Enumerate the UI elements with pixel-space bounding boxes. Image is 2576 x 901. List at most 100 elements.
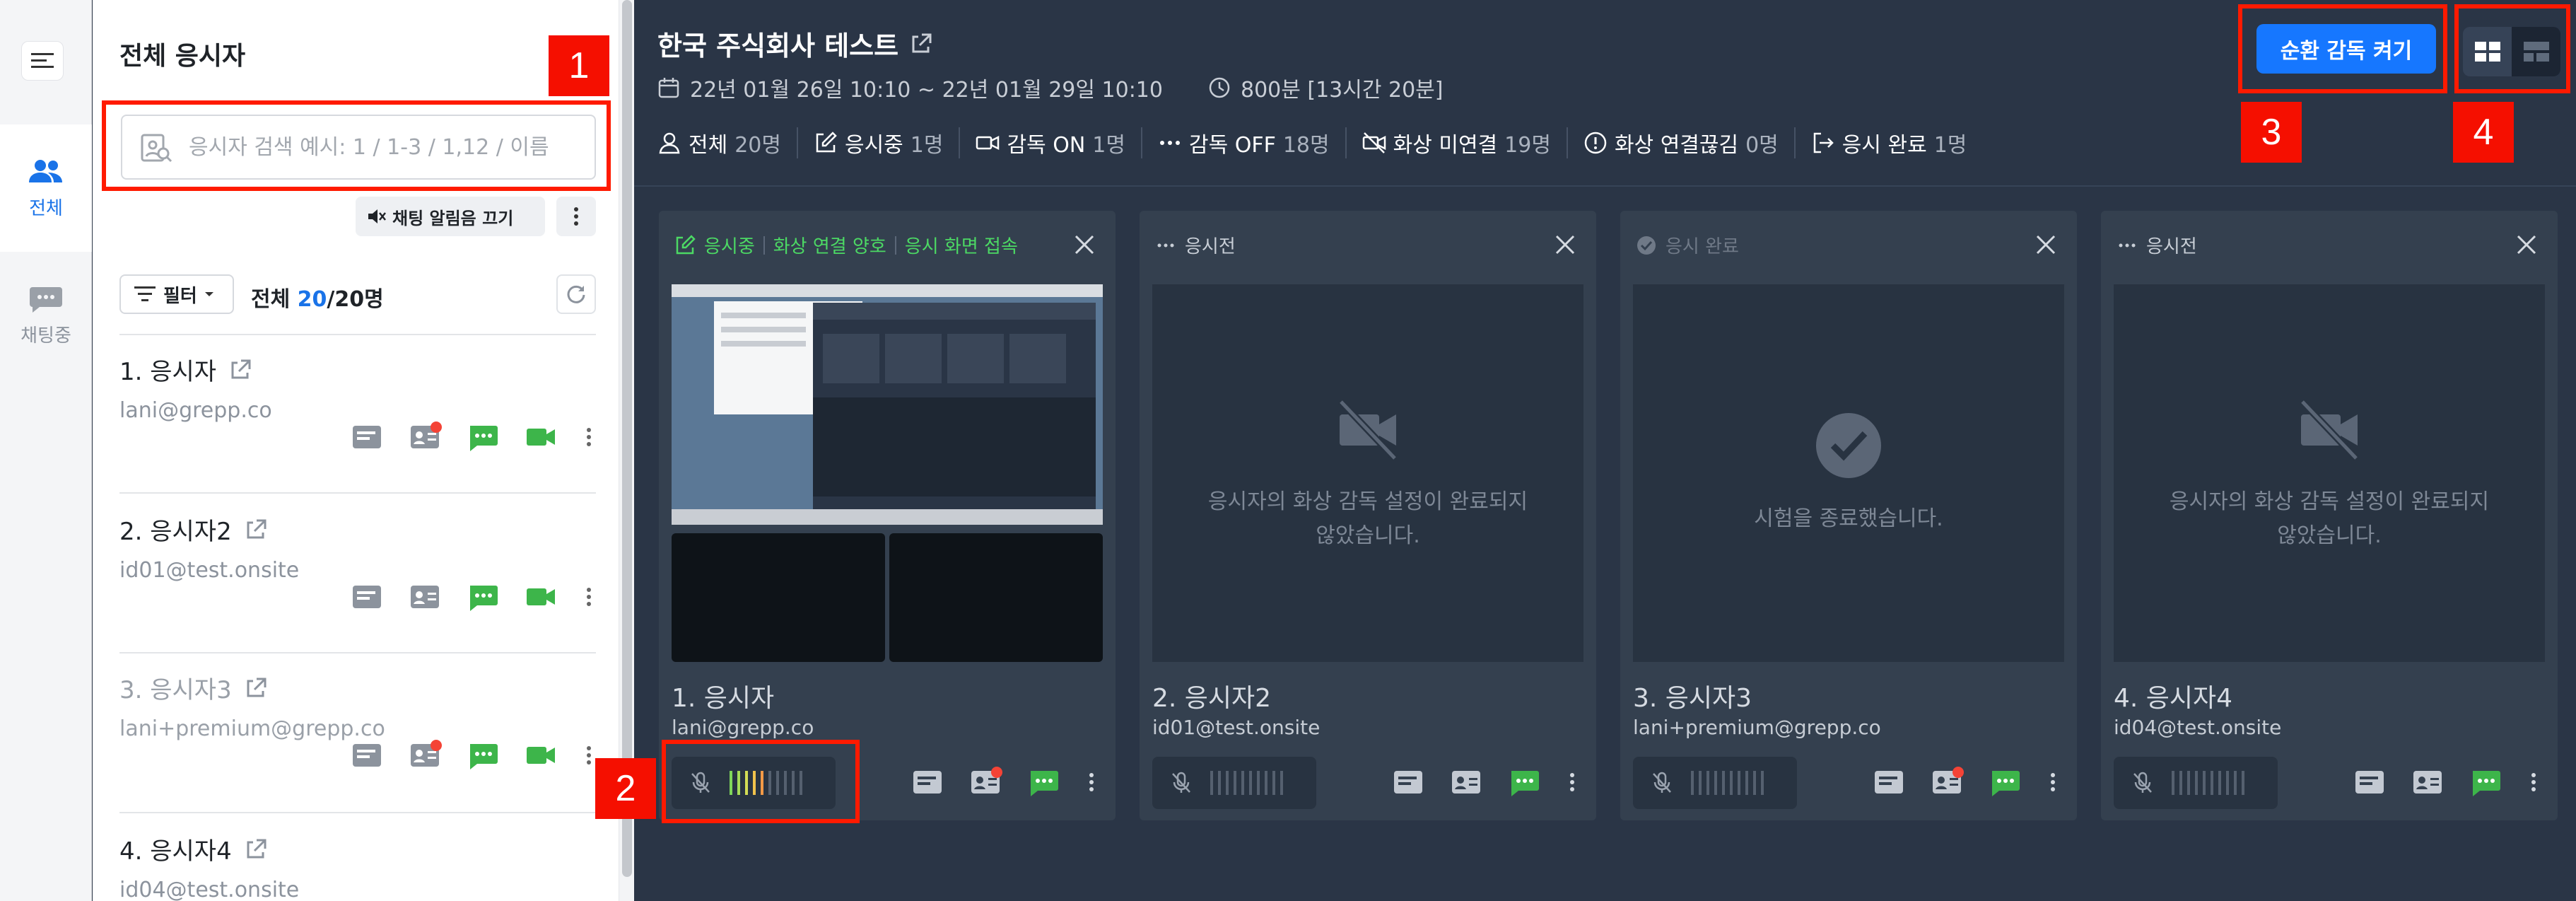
audio-level-bar[interactable] (1633, 757, 1797, 809)
close-icon[interactable] (2514, 232, 2539, 257)
chat-icon[interactable] (1026, 765, 1060, 799)
memo-icon[interactable] (350, 420, 384, 454)
video-camera-icon[interactable] (524, 420, 558, 454)
scrollbar-thumb[interactable] (622, 0, 632, 877)
stat-video-disconnected[interactable]: 화상 연결끊김 0명 (1583, 127, 1796, 158)
chat-icon[interactable] (466, 738, 500, 772)
external-link-icon[interactable] (228, 357, 253, 383)
video-message: 시험을 종료했습니다. (1754, 506, 1943, 531)
count-current: 20 (297, 287, 327, 312)
exam-title: 한국 주식회사 테스트 (657, 24, 934, 63)
mute-chat-sound-label: 채팅 알림음 끄기 (392, 208, 514, 228)
card-screen-access: 응시 화면 접속 (904, 236, 1018, 257)
chat-icon[interactable] (1507, 765, 1541, 799)
memo-icon[interactable] (350, 738, 384, 772)
external-link-icon[interactable] (243, 837, 269, 862)
participant-card[interactable]: 응시 완료 시험을 종료했습니다. 3. 응시자3 lani+premium@g… (1620, 211, 2077, 820)
audio-level-bar[interactable] (1152, 757, 1316, 809)
participant-count: 전체 20/20명 (251, 281, 384, 313)
chat-icon[interactable] (466, 420, 500, 454)
participant-item[interactable]: 4. 응시자4 id04@test.onsite (119, 832, 596, 901)
external-link-icon[interactable] (243, 675, 269, 701)
rail-tab-chat[interactable]: 채팅중 (0, 252, 92, 379)
stat-video-unconnected[interactable]: 화상 미연결 19명 (1362, 127, 1568, 158)
memo-icon[interactable] (350, 580, 384, 614)
participant-item[interactable]: 2. 응시자2 id01@test.onsite (119, 512, 596, 611)
more-vertical-icon[interactable] (582, 580, 596, 614)
participant-card[interactable]: 응시전 응시자의 화상 감독 설정이 완료되지 않았습니다. 4. 응시자4 i… (2101, 211, 2558, 820)
memo-icon[interactable] (911, 765, 944, 799)
notification-dot (431, 422, 442, 433)
memo-icon[interactable] (1872, 765, 1906, 799)
close-icon[interactable] (1072, 232, 1097, 257)
id-card-icon[interactable] (408, 580, 442, 614)
rail-tab-all[interactable]: 전체 (0, 124, 92, 252)
card-email: lani@grepp.co (672, 716, 814, 739)
status-summary: 전체 20명 응시중 1명 감독 ON 1명 감독 OFF 18명 화상 미연결… (657, 127, 1998, 158)
stat-all[interactable]: 전체 20명 (657, 127, 798, 158)
id-card-icon[interactable] (2411, 765, 2445, 799)
id-card-icon[interactable] (1930, 765, 1964, 799)
more-vertical-icon[interactable] (2046, 765, 2060, 799)
refresh-button[interactable] (556, 274, 596, 314)
video-off-icon (2300, 399, 2359, 461)
audio-level-bar[interactable] (2114, 757, 2278, 809)
menu-toggle-button[interactable] (21, 41, 64, 81)
exam-period: 22년 01월 26일 10:10 ~ 22년 01월 29일 10:10 (690, 78, 1163, 103)
chat-icon[interactable] (1988, 765, 2022, 799)
more-vertical-icon[interactable] (1565, 765, 1579, 799)
callout-tag-1: 1 (549, 35, 609, 96)
callout-tag-4: 4 (2453, 102, 2514, 163)
camera-feed[interactable] (889, 533, 1103, 662)
more-vertical-icon[interactable] (582, 420, 596, 454)
memo-icon[interactable] (1391, 765, 1425, 799)
external-link-icon[interactable] (243, 517, 269, 542)
mute-chat-sound-button[interactable]: 채팅 알림음 끄기 (356, 197, 545, 236)
video-icon (976, 135, 1000, 151)
list-divider (119, 334, 596, 335)
screen-share-preview[interactable] (672, 284, 1103, 525)
id-card-icon[interactable] (408, 420, 442, 454)
calendar-icon (658, 78, 679, 98)
more-vertical-icon[interactable] (582, 738, 596, 772)
chat-icon[interactable] (2469, 765, 2502, 799)
close-icon[interactable] (2033, 232, 2059, 257)
more-vertical-icon[interactable] (1084, 765, 1099, 799)
memo-icon[interactable] (2353, 765, 2387, 799)
edit-icon (676, 234, 696, 254)
more-vertical-icon[interactable] (2527, 765, 2541, 799)
speaker-mute-icon (368, 209, 386, 223)
video-camera-icon[interactable] (524, 738, 558, 772)
external-link-icon[interactable] (908, 31, 934, 57)
notification-dot (1953, 767, 1964, 778)
filter-button[interactable]: 필터 (119, 274, 234, 314)
id-card-icon[interactable] (408, 738, 442, 772)
participant-email: lani+premium@grepp.co (119, 716, 385, 741)
stat-proctor-off[interactable]: 감독 OFF 18명 (1158, 127, 1347, 158)
count-prefix: 전체 (251, 287, 291, 312)
participant-item[interactable]: 1. 응시자 lani@grepp.co (119, 352, 596, 451)
video-placeholder: 응시자의 화상 감독 설정이 완료되지 않았습니다. (2114, 284, 2545, 662)
stat-proctor-on[interactable]: 감독 ON 1명 (976, 127, 1142, 158)
video-placeholder: 응시자의 화상 감독 설정이 완료되지 않았습니다. (1152, 284, 1583, 662)
close-icon[interactable] (1552, 232, 1578, 257)
card-name: 3. 응시자3 (1633, 684, 1752, 713)
stat-value: 0명 (1745, 133, 1779, 158)
video-camera-icon[interactable] (524, 580, 558, 614)
id-card-icon[interactable] (968, 765, 1002, 799)
screen-thumbnail (672, 284, 1103, 525)
participant-item[interactable]: 3. 응시자3 lani+premium@grepp.co (119, 670, 596, 769)
chat-icon[interactable] (466, 580, 500, 614)
mic-off-icon (1653, 772, 1671, 793)
stat-in-progress[interactable]: 응시중 1명 (814, 127, 961, 158)
participant-card[interactable]: 응시중 화상 연결 양호 응시 화면 접속 1. 응시자 lani@grepp.… (659, 211, 1116, 820)
camera-feed[interactable] (672, 533, 885, 662)
card-connection: 화상 연결 양호 (773, 236, 886, 257)
stat-completed[interactable]: 응시 완료 1명 (1811, 127, 1983, 158)
participant-card[interactable]: 응시전 응시자의 화상 감독 설정이 완료되지 않았습니다. 2. 응시자2 i… (1140, 211, 1596, 820)
video-off-icon (1338, 399, 1398, 461)
panel-more-button[interactable] (556, 197, 596, 236)
ellipsis-icon (2119, 243, 2136, 247)
id-card-icon[interactable] (1449, 765, 1483, 799)
alert-icon (1584, 132, 1607, 154)
